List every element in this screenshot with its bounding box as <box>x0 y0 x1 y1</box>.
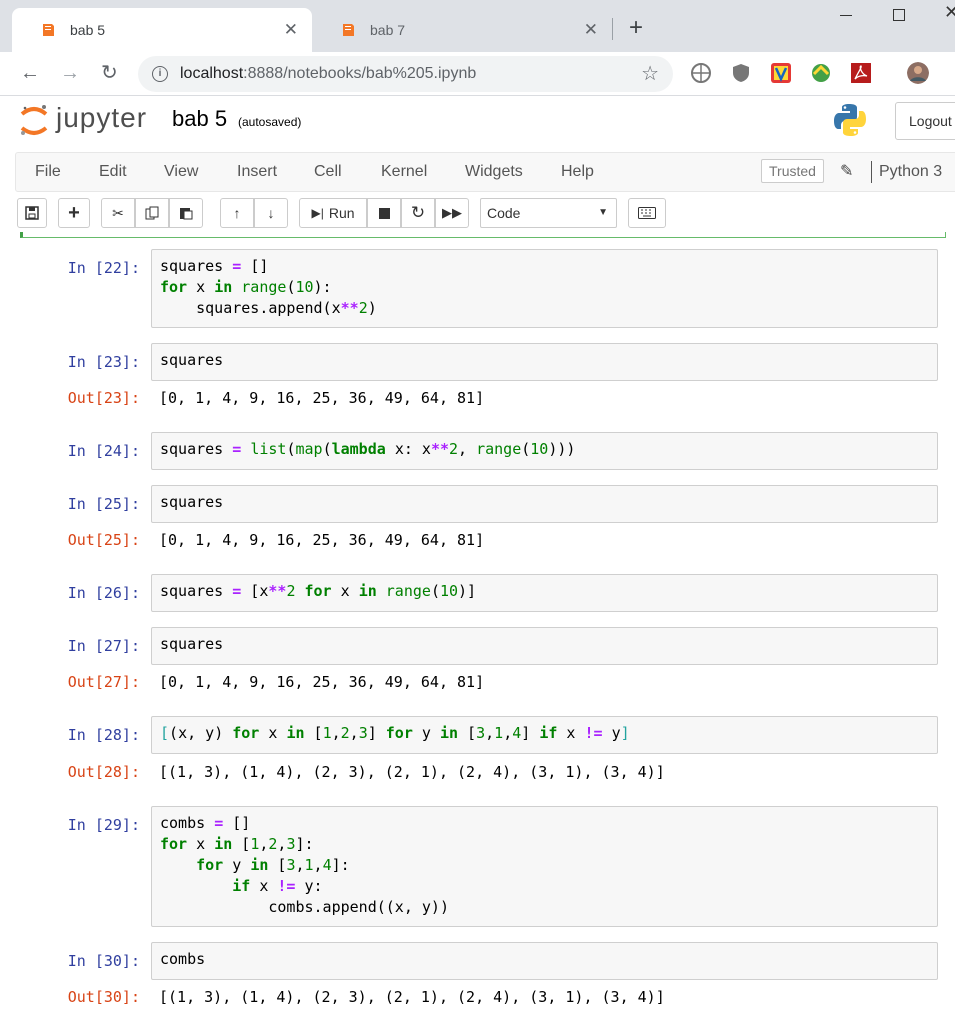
input-prompt: In [30]: <box>67 952 140 970</box>
cell-output: [0, 1, 4, 9, 16, 25, 36, 49, 64, 81] <box>159 389 485 407</box>
menu-kernel[interactable]: Kernel <box>381 163 427 181</box>
menu-view[interactable]: View <box>164 163 198 181</box>
forward-arrow-icon[interactable]: → <box>60 60 80 86</box>
code-cell-input[interactable]: combs = [] for x in [1,2,3]: for y in [3… <box>151 806 938 927</box>
keyboard-shortcuts-icon[interactable] <box>628 198 666 228</box>
tab-title: bab 5 <box>70 22 106 38</box>
code-cell-input[interactable]: [(x, y) for x in [1,2,3] for y in [3,1,4… <box>151 716 938 754</box>
code-cell-input[interactable]: squares = [] for x in range(10): squares… <box>151 249 938 328</box>
cell-output: [0, 1, 4, 9, 16, 25, 36, 49, 64, 81] <box>159 531 485 549</box>
output-prompt: Out[30]: <box>67 988 140 1006</box>
input-prompt: In [27]: <box>67 637 140 655</box>
input-prompt: In [22]: <box>67 259 140 277</box>
input-prompt: In [29]: <box>67 816 140 834</box>
chevron-down-icon: ▼ <box>598 207 608 218</box>
step-forward-icon: ▶| <box>311 206 324 220</box>
tab-title: bab 7 <box>370 22 406 38</box>
move-up-arrow-icon[interactable]: ↑ <box>220 198 254 228</box>
code-cell-input[interactable]: squares = list(map(lambda x: x**2, range… <box>151 432 938 470</box>
back-arrow-icon[interactable]: ← <box>20 60 40 86</box>
fast-forward-icon[interactable]: ▶▶ <box>435 198 469 228</box>
cut-scissors-icon[interactable]: ✂ <box>101 198 135 228</box>
cell-output: [(1, 3), (1, 4), (2, 3), (2, 1), (2, 4),… <box>159 763 665 781</box>
logout-button[interactable]: Logout <box>895 102 955 140</box>
window-close-button[interactable]: ✕ <box>944 2 955 23</box>
copy-icon[interactable] <box>135 198 169 228</box>
jupyter-logo-text[interactable]: jupyter <box>56 102 147 134</box>
output-prompt: Out[25]: <box>67 531 140 549</box>
browser-tab-bab7[interactable]: bab 7 ✕ <box>312 8 612 52</box>
code-cell-input[interactable]: squares <box>151 627 938 665</box>
window-minimize-button[interactable] <box>838 0 858 30</box>
menu-insert[interactable]: Insert <box>237 163 277 181</box>
input-prompt: In [26]: <box>67 584 140 602</box>
notebook-name[interactable]: bab 5 <box>172 106 227 132</box>
window-maximize-button[interactable] <box>893 9 905 21</box>
jupyter-toolbar: + ✂ ↑ ↓ ▶| Run ↻ ▶▶ Code ▼ <box>15 196 955 230</box>
input-prompt: In [23]: <box>67 353 140 371</box>
address-bar[interactable]: i localhost:8888/notebooks/bab%205.ipynb… <box>138 56 673 92</box>
globe-extension-icon[interactable] <box>690 62 712 84</box>
cell-type-select[interactable]: Code ▼ <box>480 198 617 228</box>
tab-close-icon[interactable]: ✕ <box>284 20 298 40</box>
save-status: (autosaved) <box>238 115 302 129</box>
menu-help[interactable]: Help <box>561 163 594 181</box>
tab-separator <box>612 18 613 40</box>
bookmark-star-icon[interactable]: ☆ <box>641 61 659 86</box>
code-cell-input[interactable]: squares = [x**2 for x in range(10)] <box>151 574 938 612</box>
output-prompt: Out[28]: <box>67 763 140 781</box>
notebook-container: In [22]: squares = [] for x in range(10)… <box>0 232 955 1032</box>
profile-avatar-icon[interactable] <box>907 62 929 84</box>
menu-cell[interactable]: Cell <box>314 163 342 181</box>
url-text: localhost:8888/notebooks/bab%205.ipynb <box>180 65 477 82</box>
jupyter-header: jupyter bab 5 (autosaved) Logout <box>0 96 955 152</box>
notebook-favicon-icon <box>343 24 354 36</box>
run-button[interactable]: ▶| Run <box>299 198 367 228</box>
browser-tab-bab5[interactable]: bab 5 ✕ <box>12 8 312 52</box>
insert-cell-plus-icon[interactable]: + <box>58 198 90 228</box>
shield-extension-icon[interactable] <box>730 62 752 84</box>
output-prompt: Out[27]: <box>67 673 140 691</box>
new-tab-plus-icon[interactable]: + <box>629 14 643 42</box>
input-prompt: In [25]: <box>67 495 140 513</box>
jupyter-logo-icon[interactable] <box>18 102 50 138</box>
kernel-name: Python 3 <box>879 163 943 180</box>
python-logo-icon <box>834 104 866 136</box>
pdf-extension-icon[interactable] <box>850 62 872 84</box>
jupyter-menubar: File Edit View Insert Cell Kernel Widget… <box>15 152 955 192</box>
restart-kernel-icon[interactable]: ↻ <box>401 198 435 228</box>
tab-close-icon[interactable]: ✕ <box>584 20 598 40</box>
menu-widgets[interactable]: Widgets <box>465 163 523 181</box>
download-extension-icon[interactable] <box>810 62 832 84</box>
code-cell-input[interactable]: combs <box>151 942 938 980</box>
selected-cell-border <box>20 232 946 238</box>
cell-output: [0, 1, 4, 9, 16, 25, 36, 49, 64, 81] <box>159 673 485 691</box>
cell-output: [(1, 3), (1, 4), (2, 3), (2, 1), (2, 4),… <box>159 988 665 1006</box>
stop-square-icon[interactable] <box>367 198 401 228</box>
menu-edit[interactable]: Edit <box>99 163 127 181</box>
reload-icon[interactable]: ↻ <box>101 60 118 86</box>
cell-type-value: Code <box>487 205 521 221</box>
menu-file[interactable]: File <box>35 163 61 181</box>
run-label: Run <box>328 205 355 221</box>
v-extension-icon[interactable] <box>770 62 792 84</box>
save-icon[interactable] <box>17 198 47 228</box>
move-down-arrow-icon[interactable]: ↓ <box>254 198 288 228</box>
kernel-separator <box>871 161 872 183</box>
browser-tab-strip: bab 5 ✕ bab 7 ✕ + ✕ <box>0 0 955 52</box>
site-info-icon[interactable]: i <box>152 66 168 82</box>
notebook-favicon-icon <box>43 24 54 36</box>
input-prompt: In [28]: <box>67 726 140 744</box>
edit-pencil-icon[interactable]: ✎ <box>840 161 853 181</box>
browser-toolbar: ← → ↻ i localhost:8888/notebooks/bab%205… <box>0 52 955 96</box>
code-cell-input[interactable]: squares <box>151 485 938 523</box>
code-cell-input[interactable]: squares <box>151 343 938 381</box>
output-prompt: Out[23]: <box>67 389 140 407</box>
paste-icon[interactable] <box>169 198 203 228</box>
trusted-badge[interactable]: Trusted <box>761 159 824 183</box>
input-prompt: In [24]: <box>67 442 140 460</box>
